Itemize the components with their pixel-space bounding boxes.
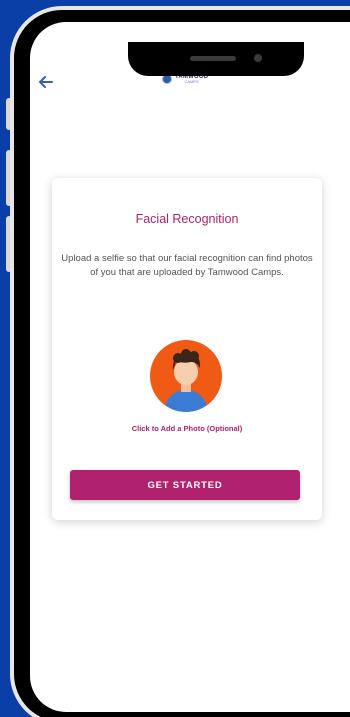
card-description: Upload a selfie so that our facial recog… bbox=[61, 253, 313, 278]
front-camera-icon bbox=[254, 54, 262, 62]
logo-subtitle: CAMPS bbox=[184, 79, 199, 84]
app-stage: TAMWOOD CAMPS Facial Recognition Upload … bbox=[0, 0, 350, 717]
add-photo-link[interactable]: Click to Add a Photo (Optional) bbox=[52, 424, 322, 433]
arrow-left-icon bbox=[39, 76, 53, 88]
facial-recognition-card: Facial Recognition Upload a selfie so th… bbox=[52, 178, 322, 520]
phone-screen: TAMWOOD CAMPS Facial Recognition Upload … bbox=[30, 22, 350, 712]
speaker-grille bbox=[190, 56, 236, 61]
avatar-upload[interactable] bbox=[150, 340, 222, 412]
get-started-button[interactable]: GET STARTED bbox=[70, 470, 300, 500]
card-title: Facial Recognition bbox=[135, 212, 239, 226]
back-button[interactable] bbox=[36, 72, 56, 92]
phone-notch bbox=[128, 42, 304, 76]
person-avatar-icon bbox=[164, 349, 208, 412]
